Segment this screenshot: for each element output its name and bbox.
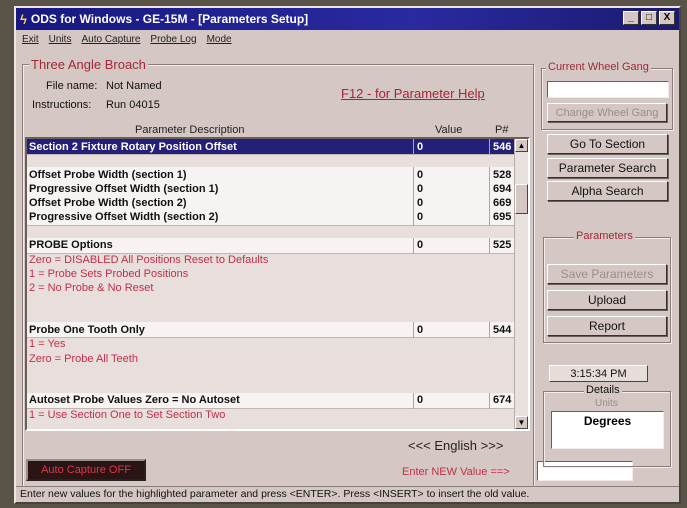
clock-display: 3:15:34 PM: [549, 365, 648, 382]
row-parameter-number: 525: [493, 239, 512, 252]
wheel-gang-title: Current Wheel Gang: [546, 61, 651, 73]
instructions-value: Run 04015: [106, 99, 160, 111]
enter-new-value-label: Enter NEW Value ==>: [402, 466, 510, 478]
file-name-value: Not Named: [106, 80, 162, 92]
app-icon: ϟ: [20, 11, 27, 27]
row-description: 1 = Probe Sets Probed Positions: [29, 267, 189, 280]
units-value: Degrees: [551, 411, 664, 449]
row-parameter-number: 528: [493, 168, 512, 181]
grid-header: Parameter Description Value P#: [25, 124, 530, 137]
row-value[interactable]: 0: [417, 183, 423, 195]
row-value[interactable]: 0: [417, 141, 423, 153]
upload-button[interactable]: Upload: [547, 290, 667, 310]
scroll-down-button[interactable]: ▼: [515, 416, 528, 429]
row-parameter-number: 544: [493, 323, 512, 336]
row-parameter-number: 695: [493, 211, 512, 223]
option-note: 1 = Use Section One to Set Section Two: [27, 407, 516, 423]
parameters-group-title: Parameters: [574, 230, 635, 242]
scroll-thumb[interactable]: [515, 184, 528, 214]
row-description: Offset Probe Width (section 2): [29, 196, 187, 209]
parameter-grid[interactable]: Section 2 Fixture Rotary Position Offset…: [25, 137, 530, 431]
row-parameter-number: 546: [493, 140, 512, 153]
row-description: Probe One Tooth Only: [29, 323, 145, 336]
header-value: Value: [435, 124, 463, 136]
details-title: Details: [584, 384, 622, 396]
menu-bar: Exit Units Auto Capture Probe Log Mode: [16, 30, 679, 48]
menu-probe-log[interactable]: Probe Log: [150, 34, 196, 45]
change-wheel-gang-button[interactable]: Change Wheel Gang: [547, 103, 667, 122]
minimize-button[interactable]: _: [623, 11, 639, 25]
row-value[interactable]: 0: [417, 394, 423, 406]
main-window: ϟ ODS for Windows - GE-15M - [Parameters…: [14, 6, 681, 504]
row-description: 2 = No Probe & No Reset: [29, 282, 154, 294]
row-value[interactable]: 0: [417, 239, 423, 251]
language-selector[interactable]: <<< English >>>: [408, 438, 503, 453]
alpha-search-button[interactable]: Alpha Search: [547, 181, 668, 201]
broach-group-title: Three Angle Broach: [29, 57, 148, 72]
auto-capture-button[interactable]: Auto Capture OFF: [26, 459, 146, 481]
row-value[interactable]: 0: [417, 169, 423, 181]
parameter-help-link[interactable]: F12 - for Parameter Help: [341, 86, 485, 101]
window-controls: _ □ X: [623, 11, 675, 25]
row-description: Offset Probe Width (section 1): [29, 168, 187, 181]
row-description: 1 = Yes: [29, 338, 66, 351]
row-description: Autoset Probe Values Zero = No Autoset: [29, 394, 240, 407]
row-parameter-number: 674: [493, 394, 512, 407]
row-description: Progressive Offset Width (section 2): [29, 211, 219, 223]
row-description: Section 2 Fixture Rotary Position Offset: [29, 140, 237, 153]
title-bar[interactable]: ϟ ODS for Windows - GE-15M - [Parameters…: [16, 8, 679, 30]
header-description: Parameter Description: [135, 124, 245, 136]
parameter-search-button[interactable]: Parameter Search: [547, 158, 668, 178]
row-value[interactable]: 0: [417, 211, 423, 223]
grid-scrollbar[interactable]: ▲ ▼: [514, 139, 528, 429]
row-value[interactable]: 0: [417, 324, 423, 336]
row-parameter-number: 669: [493, 196, 512, 209]
row-description: 1 = Use Section One to Set Section Two: [29, 408, 226, 421]
close-button[interactable]: X: [659, 11, 675, 25]
row-description: Zero = DISABLED All Positions Reset to D…: [29, 253, 269, 266]
file-name-label: File name:: [46, 80, 98, 92]
maximize-button[interactable]: □: [641, 11, 657, 25]
go-to-section-button[interactable]: Go To Section: [547, 134, 668, 154]
report-button[interactable]: Report: [547, 316, 667, 336]
instructions-label: Instructions:: [32, 99, 92, 111]
menu-mode[interactable]: Mode: [207, 34, 232, 45]
units-label: Units: [595, 398, 618, 409]
row-value[interactable]: 0: [417, 197, 423, 209]
row-description: Progressive Offset Width (section 1): [29, 182, 219, 195]
scroll-up-button[interactable]: ▲: [515, 139, 528, 152]
status-bar: Enter new values for the highlighted par…: [16, 486, 679, 502]
wheel-gang-field[interactable]: [547, 81, 669, 98]
menu-auto-capture[interactable]: Auto Capture: [81, 34, 140, 45]
save-parameters-button[interactable]: Save Parameters: [547, 264, 667, 284]
menu-units[interactable]: Units: [49, 34, 72, 45]
window-title: ODS for Windows - GE-15M - [Parameters S…: [30, 12, 309, 26]
menu-exit[interactable]: Exit: [22, 34, 39, 45]
header-pnum: P#: [495, 124, 509, 136]
row-description: PROBE Options: [29, 239, 113, 252]
row-description: Zero = Probe All Teeth: [29, 352, 138, 365]
row-parameter-number: 694: [493, 182, 512, 195]
